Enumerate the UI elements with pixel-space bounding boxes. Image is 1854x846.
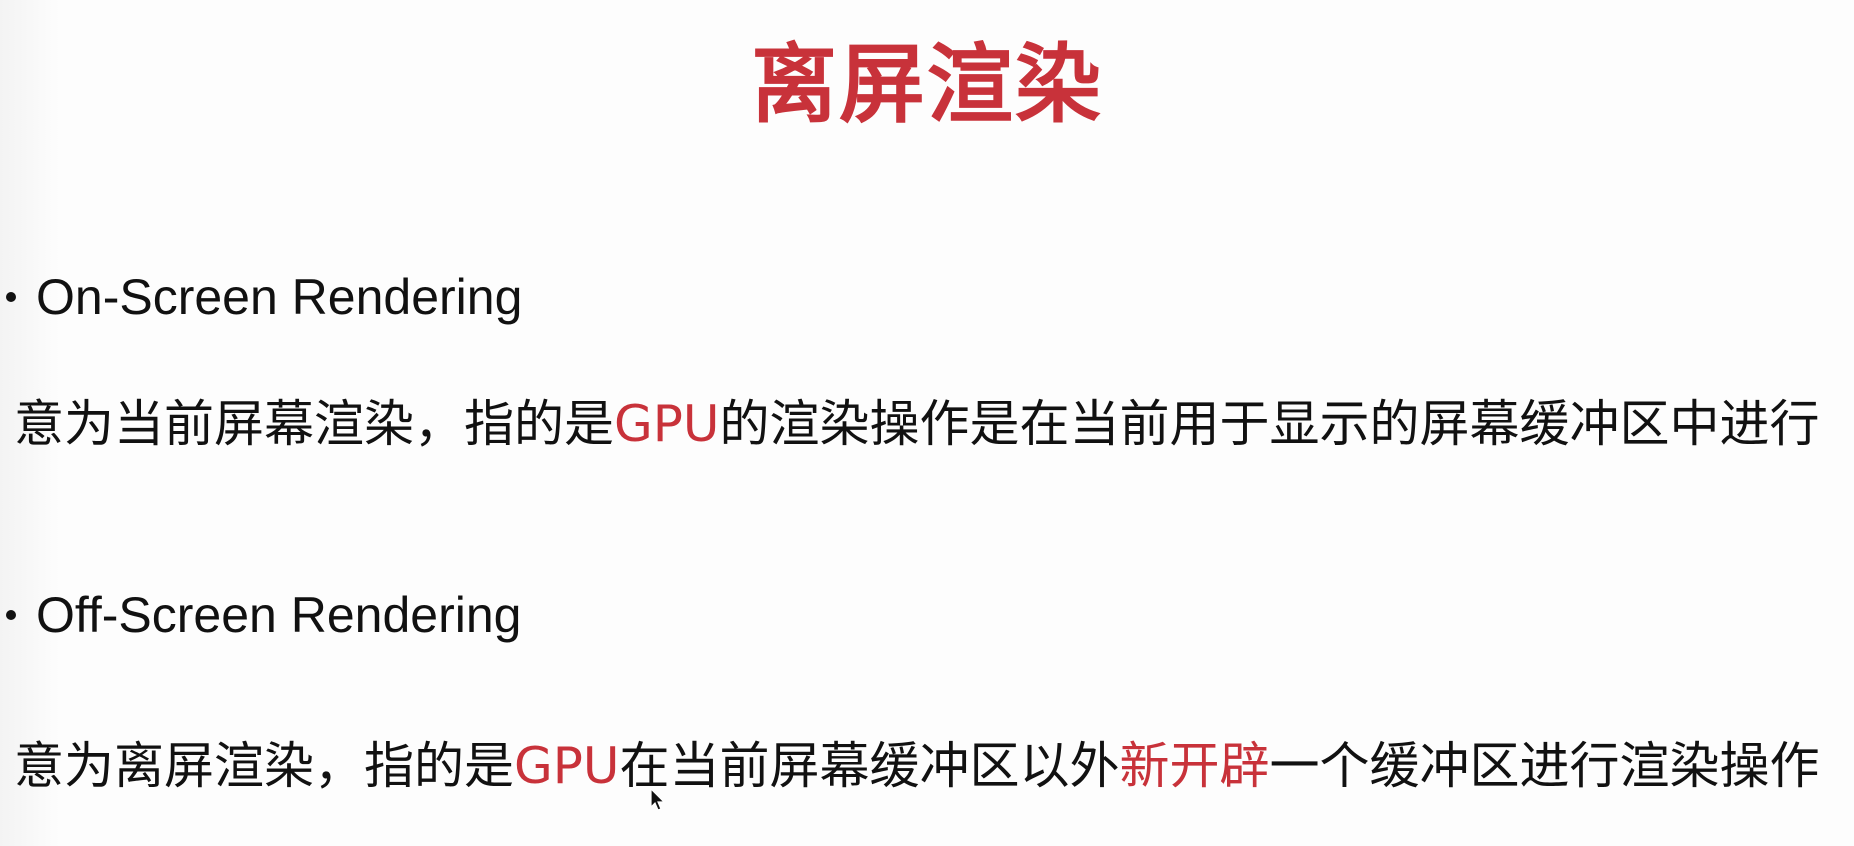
bullet-heading: Off-Screen Rendering <box>36 587 522 643</box>
description-off-screen: 意为离屏渲染，指的是GPU在当前屏幕缓冲区以外新开辟一个缓冲区进行渲染操作 <box>14 726 1844 798</box>
slide-title: 离屏渲染 <box>751 35 1103 135</box>
desc-text: 的渲染操作是在当前用于显示的屏幕缓冲区中进行 <box>719 395 1820 453</box>
slide: 离屏渲染 On-Screen Rendering 意为当前屏幕渲染，指的是GPU… <box>0 0 1854 846</box>
bullet-dot <box>6 291 16 302</box>
desc-text: 意为当前屏幕渲染，指的是 <box>14 395 614 453</box>
desc-highlight: GPU <box>614 395 720 453</box>
desc-highlight: GPU <box>514 737 620 795</box>
mouse-pointer-icon <box>650 788 666 811</box>
bullet-off-screen: Off-Screen Rendering <box>0 586 521 644</box>
bullet-dot <box>6 609 16 620</box>
description-on-screen: 意为当前屏幕渲染，指的是GPU的渲染操作是在当前用于显示的屏幕缓冲区中进行 <box>14 384 1844 456</box>
bullet-heading: On-Screen Rendering <box>36 269 523 325</box>
desc-text: 在当前屏幕缓冲区以外 <box>619 737 1120 795</box>
bullet-on-screen: On-Screen Rendering <box>0 268 522 326</box>
desc-text: 一个缓冲区进行渲染操作 <box>1269 737 1820 795</box>
desc-highlight: 新开辟 <box>1119 737 1270 795</box>
desc-text: 意为离屏渲染，指的是 <box>14 737 514 795</box>
